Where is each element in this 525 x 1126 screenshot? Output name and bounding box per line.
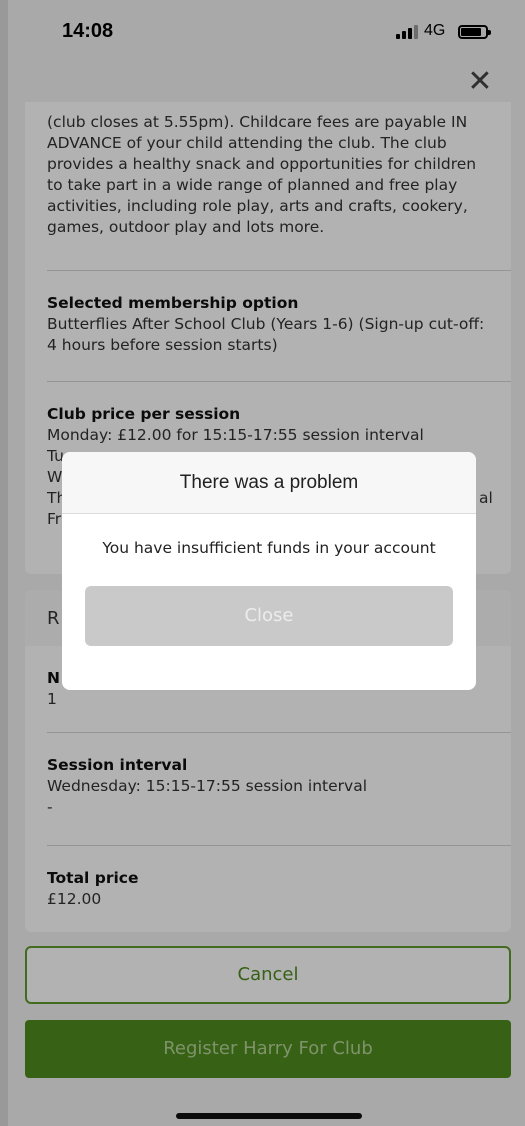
dialog-close-button[interactable]: Close <box>85 586 453 646</box>
dialog-header: There was a problem <box>62 452 476 514</box>
error-dialog: There was a problem You have insufficien… <box>62 452 476 690</box>
dialog-title: There was a problem <box>179 472 359 493</box>
screen-edge <box>0 0 8 1126</box>
dialog-message: You have insufficient funds in your acco… <box>102 539 436 557</box>
